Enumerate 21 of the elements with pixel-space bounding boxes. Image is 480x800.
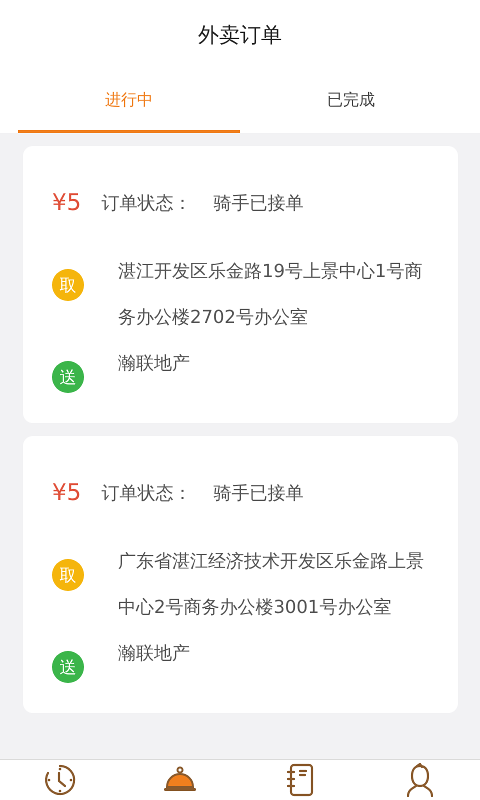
address-text: 湛江开发区乐金路19号上景中心1号商务办公楼2702号办公室 (118, 260, 424, 330)
clock-icon[interactable] (43, 763, 77, 797)
order-price: ¥5 (52, 190, 82, 216)
stop-badge: 送 (52, 651, 84, 683)
notebook-icon[interactable] (286, 763, 314, 797)
order-card[interactable]: ¥5 订单状态： 骑手已接单 取 湛江开发区乐金路19号上景中心1号商务办公楼2702号办公室 送 瀚联地产 (23, 146, 458, 423)
address-text: 广东省湛江经济技术开发区乐金路上景中心2号商务办公楼3001号办公室 (118, 550, 425, 620)
address-text: 瀚联地产 (118, 352, 190, 376)
order-status: 骑手已接单 (213, 192, 304, 215)
person-icon[interactable] (405, 763, 435, 797)
order-price: ¥5 (52, 480, 82, 506)
stop-badge: 取 (52, 269, 84, 301)
tab[interactable]: 已完成 (240, 70, 462, 133)
address-text: 瀚联地产 (118, 642, 190, 666)
order-status: 骑手已接单 (213, 482, 304, 505)
page-title: 外卖订单 (197, 22, 283, 49)
stop-badge: 送 (52, 361, 84, 393)
order-card[interactable]: ¥5 订单状态： 骑手已接单 取 广东省湛江经济技术开发区乐金路上景中心2号商务办公楼3001号办公室 送 瀚联地产 (23, 436, 458, 713)
status-label: 订单状态： (101, 482, 192, 505)
stop-badge: 取 (52, 559, 84, 591)
status-label: 订单状态： (101, 192, 192, 215)
